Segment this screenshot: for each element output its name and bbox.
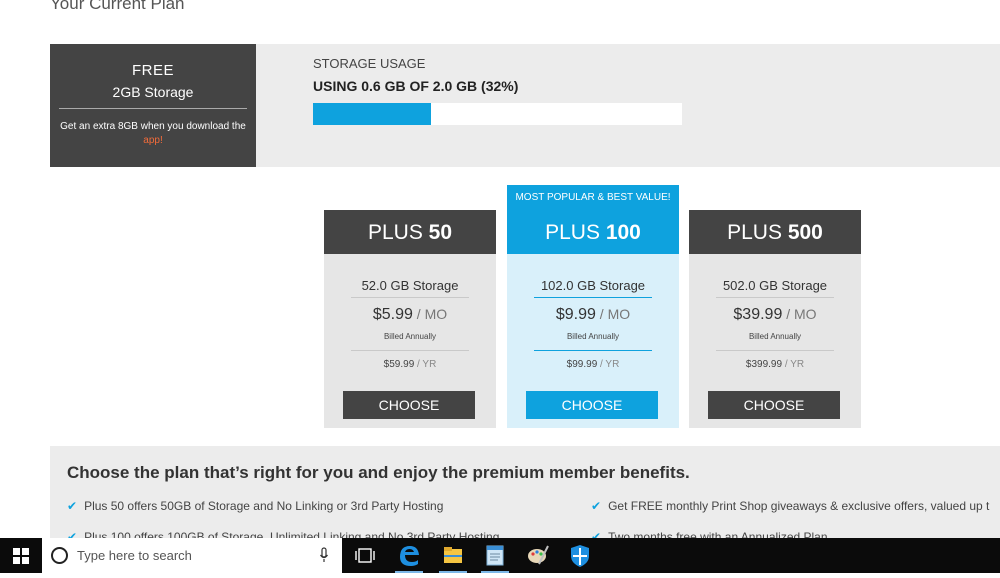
search-placeholder: Type here to search [77,548,192,563]
plan-storage: 502.0 GB Storage [722,278,828,293]
divider [351,350,469,351]
divider [534,297,652,298]
benefit-item: ✔ Get FREE monthly Print Shop giveaways &… [591,499,989,513]
price-value: $9.99 [555,306,596,323]
choose-plus-500-button[interactable]: CHOOSE [708,391,840,419]
checkmark-icon: ✔ [67,499,78,513]
plan-prefix: PLUS [727,221,788,244]
price-unit: / MO [595,306,631,322]
monthly-price: $5.99 / MO [324,306,496,324]
plan-prefix: PLUS [545,221,606,244]
taskbar-search-box[interactable]: Type here to search [42,538,342,573]
annual-value: $399.99 [745,359,783,370]
divider [716,350,834,351]
plan-card-plus-500: PLUS 500 502.0 GB Storage $39.99 / MO Bi… [689,210,861,428]
plan-size: 100 [605,221,641,244]
plan-size: 500 [787,221,823,244]
note-text: Get an extra 8GB when you download the [60,121,246,132]
divider [59,108,247,109]
microphone-icon[interactable] [319,547,329,563]
benefit-item: ✔ Two months free with an Annualized Plan [591,530,828,538]
monthly-price: $39.99 / MO [689,306,861,324]
price-unit: / MO [782,306,817,322]
choose-plus-50-button[interactable]: CHOOSE [343,391,475,419]
price-value: $5.99 [372,306,413,323]
most-popular-badge: MOST POPULAR & BEST VALUE! [507,185,679,210]
benefit-item: ✔ Plus 100 offers 100GB of Storage, Unlim… [67,530,499,538]
paint-button[interactable] [519,538,555,573]
plan-size: 50 [428,221,453,244]
plan-storage: 102.0 GB Storage [540,278,646,293]
divider [716,297,834,298]
security-button[interactable] [562,538,598,573]
checkmark-icon: ✔ [67,530,78,538]
edge-browser-button[interactable] [391,538,427,573]
benefit-text: Plus 50 offers 50GB of Storage and No Li… [84,499,444,513]
storage-usage-bar [313,103,682,125]
paint-icon [528,545,549,565]
plan-prefix: PLUS [367,221,429,244]
annual-unit: / YR [597,359,620,370]
cortana-icon [51,547,68,564]
page-title: Your Current Plan [50,0,185,13]
current-plan-panel: FREE 2GB Storage Get an extra 8GB when y… [50,44,1000,167]
monthly-price: $9.99 / MO [507,306,679,324]
windows-start-icon[interactable] [13,548,29,564]
benefit-text: Plus 100 offers 100GB of Storage, Unlimi… [84,530,500,538]
annual-value: $99.99 [566,359,598,370]
app-link[interactable]: app! [143,135,162,146]
notepad-icon [486,545,504,566]
billing-note: Billed Annually [566,332,620,341]
file-explorer-button[interactable] [435,538,471,573]
billing-note: Billed Annually [748,332,802,341]
edge-browser-icon [400,546,419,566]
annual-value: $59.99 [383,359,415,370]
plan-storage: 52.0 GB Storage [361,278,459,293]
plan-header: PLUS 100 [507,210,679,254]
plan-header: PLUS 50 [324,210,496,254]
plan-name: FREE [131,62,174,79]
security-shield-icon [571,545,589,567]
annual-unit: / YR [414,359,437,370]
annual-price: $399.99 / YR [689,359,861,370]
app-download-note: Get an extra 8GB when you download the a… [58,120,248,148]
storage-usage-text: USING 0.6 GB OF 2.0 GB (32%) [313,78,519,94]
benefit-item: ✔ Plus 50 offers 50GB of Storage and No L… [67,499,443,513]
billing-note: Billed Annually [383,332,437,341]
file-explorer-icon [444,547,462,563]
benefit-text: Get FREE monthly Print Shop giveaways & … [608,499,990,513]
free-plan-box: FREE 2GB Storage Get an extra 8GB when y… [50,44,256,167]
checkmark-icon: ✔ [591,530,602,538]
annual-unit: / YR [782,359,805,370]
storage-usage-label: STORAGE USAGE [313,56,426,71]
annual-price: $59.99 / YR [324,359,496,370]
task-view-icon[interactable] [347,538,383,573]
divider [351,297,469,298]
checkmark-icon: ✔ [591,499,602,513]
storage-usage-fill [313,103,432,125]
benefit-text: Two months free with an Annualized Plan [608,530,828,538]
plan-card-plus-50: PLUS 50 52.0 GB Storage $5.99 / MO Bille… [324,210,496,428]
annual-price: $99.99 / YR [507,359,679,370]
notepad-button[interactable] [477,538,513,573]
price-unit: / MO [412,306,448,322]
price-value: $39.99 [733,306,783,323]
benefits-panel: Choose the plan that’s right for you and… [50,446,1000,538]
choose-plus-100-button[interactable]: CHOOSE [526,391,658,419]
divider [534,350,652,351]
plan-storage: 2GB Storage [112,84,194,100]
plan-card-plus-100: PLUS 100 102.0 GB Storage $9.99 / MO Bil… [507,210,679,428]
benefits-title: Choose the plan that’s right for you and… [67,463,690,482]
windows-taskbar: Type here to search [0,538,1000,573]
plan-header: PLUS 500 [689,210,861,254]
